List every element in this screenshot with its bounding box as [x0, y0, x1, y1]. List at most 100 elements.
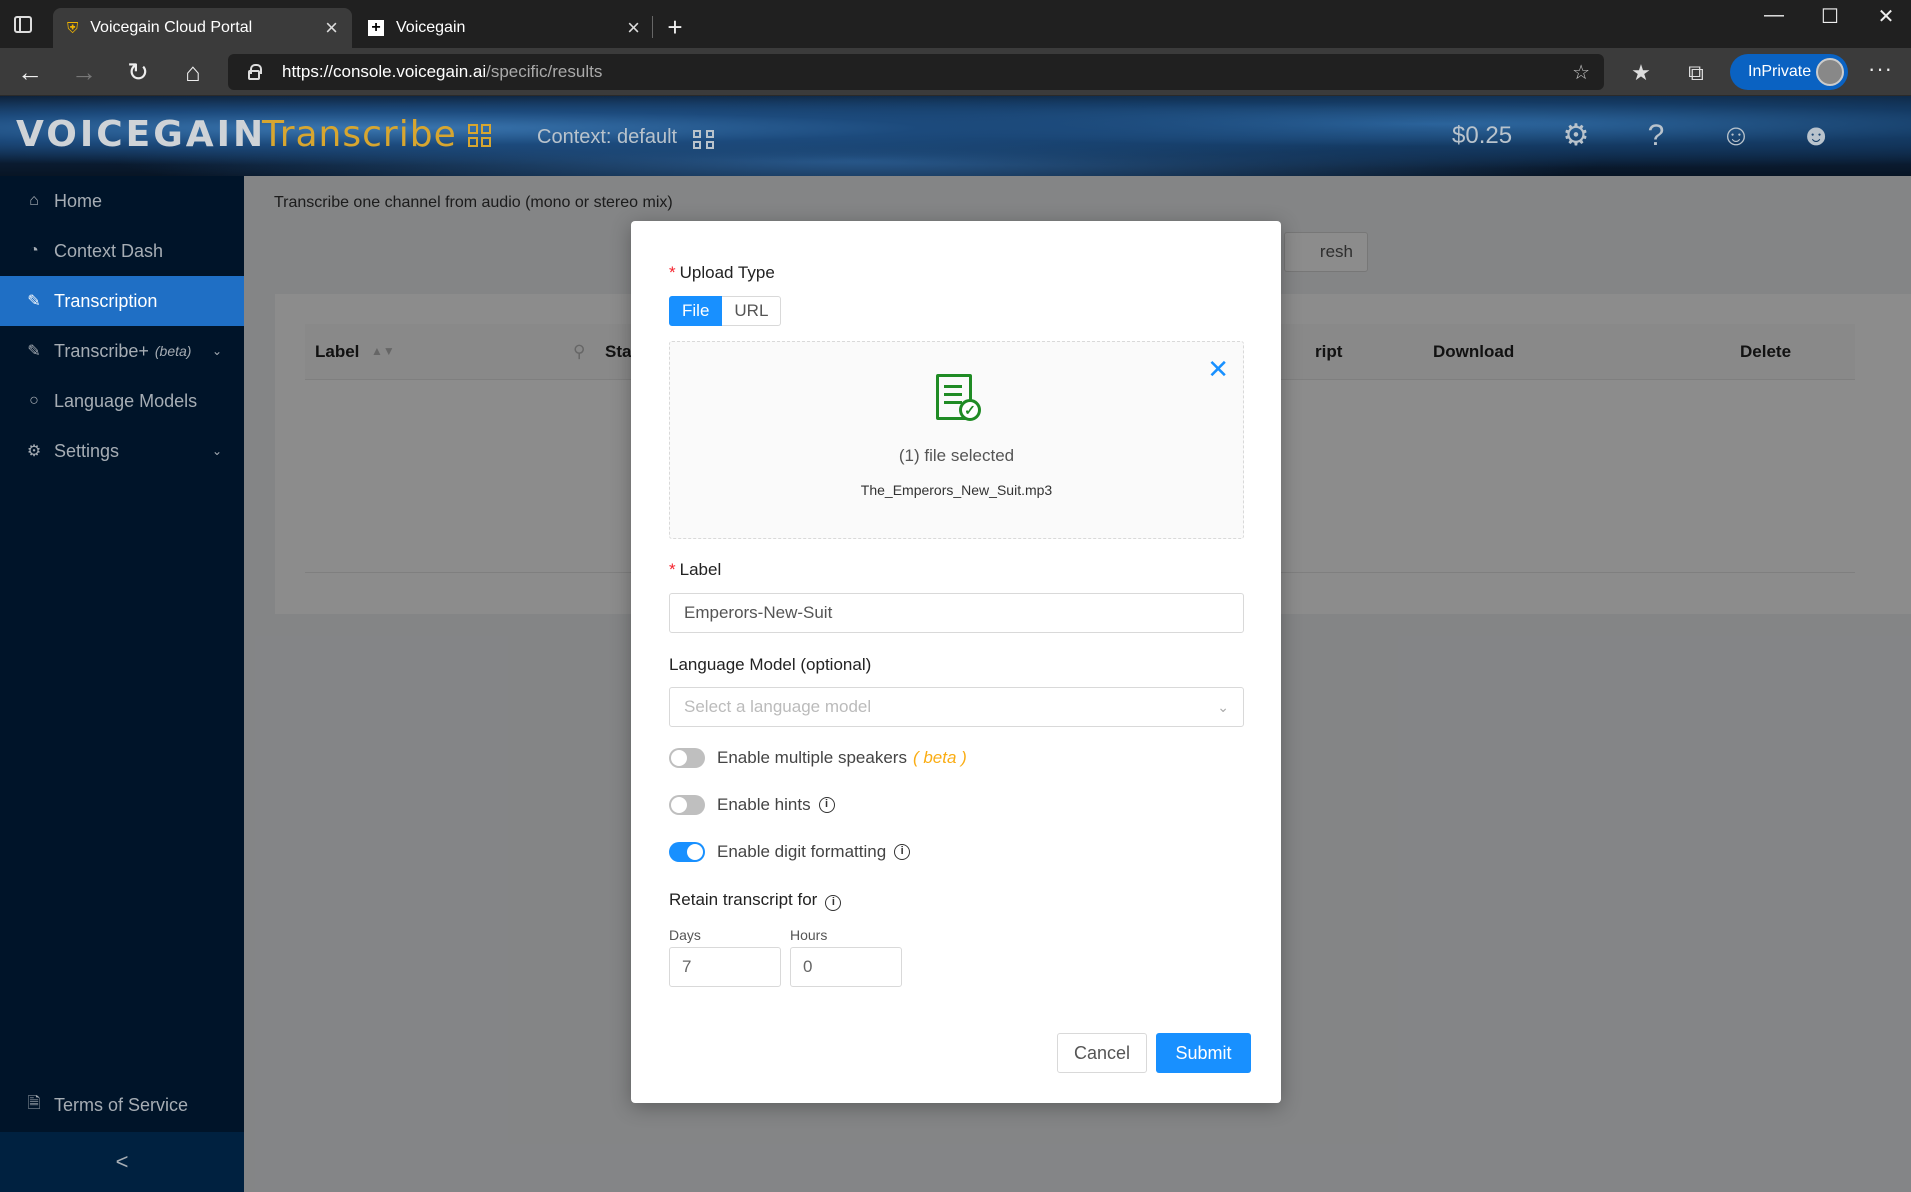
chevron-down-icon: ⌄: [211, 344, 222, 358]
sidebar-item-label: Transcribe+: [54, 340, 149, 361]
context-grid-icon[interactable]: [693, 130, 716, 149]
file-check-icon: ✓: [936, 374, 981, 421]
address-bar: ← → ↻ ⌂ https://console.voicegain.ai/spe…: [0, 48, 1911, 96]
toggle-label: Enable hints: [717, 795, 811, 814]
days-label: Days: [669, 927, 701, 943]
refresh-icon[interactable]: ↻: [120, 56, 156, 88]
info-icon[interactable]: i: [825, 895, 842, 911]
shield-favicon-icon: ⛨: [67, 19, 79, 37]
balance-display: $0.25: [1452, 122, 1513, 149]
voicegain-favicon-icon: +: [368, 20, 384, 36]
collapse-sidebar-button[interactable]: <: [0, 1132, 244, 1192]
hints-switch[interactable]: [669, 795, 705, 815]
sidebar-item-label: Language Models: [54, 390, 198, 411]
sidebar-item-label: Transcription: [54, 290, 158, 311]
info-icon[interactable]: i: [894, 844, 911, 860]
favorites-icon[interactable]: ★: [1627, 60, 1655, 86]
beta-badge: (beta): [154, 343, 192, 359]
label-field-label: * Label: [669, 560, 722, 579]
upload-type-url[interactable]: URL: [722, 296, 782, 326]
file-count-text: (1) file selected: [898, 446, 1015, 465]
url-field[interactable]: https://console.voicegain.ai/specific/re…: [228, 54, 1604, 90]
sidebar-item-context-dash[interactable]: ◔ Context Dash: [0, 226, 244, 276]
home-icon: ⌂: [29, 192, 39, 209]
sidebar-item-terms[interactable]: 🗎 Terms of Service: [0, 1080, 244, 1130]
product-grid-icon[interactable]: [468, 124, 491, 147]
chevron-down-icon: ⌄: [211, 444, 222, 458]
inprivate-button[interactable]: InPrivate: [1730, 54, 1848, 90]
document-icon: 🗎: [27, 1094, 41, 1112]
toggle-digit-formatting: Enable digit formatting i: [669, 842, 911, 862]
sidebar-item-label: Settings: [54, 440, 120, 461]
forward-icon[interactable]: →: [66, 56, 102, 88]
toggle-label: Enable digit formatting: [717, 842, 887, 861]
maximize-icon[interactable]: ☐: [1810, 4, 1850, 29]
gear-icon: ⚙: [26, 443, 42, 460]
upload-type-selector: File URL: [669, 296, 782, 326]
close-icon[interactable]: ✕: [1207, 354, 1229, 385]
label-input[interactable]: Emperors-New-Suit: [669, 593, 1244, 633]
home-icon[interactable]: ⌂: [175, 56, 211, 88]
hours-input[interactable]: 0: [790, 947, 902, 987]
sidebar-item-transcription[interactable]: ✎ Transcription: [0, 276, 244, 326]
toggle-hints: Enable hints i: [669, 795, 835, 815]
app-header: VOICEGAIN Transcribe Context: default $0…: [0, 96, 1911, 176]
toggle-label: Enable multiple speakers: [717, 748, 907, 767]
tab-actions-icon[interactable]: [14, 16, 32, 33]
digit-formatting-switch[interactable]: [669, 842, 705, 862]
chevron-down-icon: ⌄: [1217, 699, 1229, 715]
hours-label: Hours: [790, 927, 828, 943]
brand-logo[interactable]: VOICEGAIN: [16, 114, 266, 155]
edit-icon: ✎: [27, 343, 41, 360]
sidebar: ⌂ Home ◔ Context Dash ✎ Transcription ✎ …: [0, 176, 244, 1192]
close-window-icon[interactable]: ✕: [1866, 4, 1906, 29]
sidebar-item-language-models[interactable]: ○ Language Models: [0, 376, 244, 426]
info-icon[interactable]: i: [818, 797, 835, 813]
help-icon[interactable]: ?: [1636, 116, 1676, 156]
submit-button[interactable]: Submit: [1156, 1033, 1251, 1073]
language-model-select[interactable]: Select a language model ⌄: [669, 687, 1244, 727]
cancel-button[interactable]: Cancel: [1057, 1033, 1147, 1073]
browser-tabbar: ⛨ Voicegain Cloud Portal × + Voicegain ×…: [0, 0, 1911, 48]
multiple-speakers-switch[interactable]: [669, 748, 705, 768]
new-tab-icon[interactable]: +: [660, 12, 690, 43]
sidebar-item-transcribe-plus[interactable]: ✎ Transcribe+ (beta) ⌄: [0, 326, 244, 376]
sidebar-item-settings[interactable]: ⚙ Settings ⌄: [0, 426, 244, 476]
dashboard-icon: ◔: [29, 242, 39, 259]
upload-modal: * Upload Type File URL ✓ ✕ (1) file selec…: [631, 221, 1281, 1103]
tab-title: Voicegain Cloud Portal: [90, 19, 253, 36]
back-icon[interactable]: ←: [12, 56, 48, 88]
edit-icon: ✎: [27, 293, 41, 310]
lock-icon[interactable]: [248, 63, 262, 80]
chat-icon: ○: [29, 392, 39, 409]
url-path: /specific/results: [486, 62, 603, 81]
favorite-add-icon[interactable]: ☆: [1572, 60, 1590, 85]
toggle-multiple-speakers: Enable multiple speakers ( beta ): [669, 748, 967, 768]
retain-transcript-label: Retain transcript for i: [669, 890, 842, 911]
url-host: https://console.voicegain.ai: [282, 62, 487, 81]
tab-voicegain[interactable]: + Voicegain ×: [354, 8, 654, 48]
inprivate-label: InPrivate: [1748, 63, 1812, 80]
close-tab-icon[interactable]: ×: [325, 15, 338, 41]
days-input[interactable]: 7: [669, 947, 781, 987]
context-selector[interactable]: Context: default: [537, 126, 677, 149]
select-placeholder: Select a language model: [684, 697, 872, 716]
beta-tag: ( beta ): [912, 748, 967, 767]
more-icon[interactable]: ···: [1868, 56, 1893, 82]
tab-title: Voicegain: [396, 19, 466, 36]
close-tab-icon[interactable]: ×: [627, 15, 640, 41]
sidebar-item-label: Terms of Service: [54, 1094, 189, 1115]
tab-voicegain-portal[interactable]: ⛨ Voicegain Cloud Portal ×: [53, 8, 352, 48]
team-icon[interactable]: ☺: [1716, 116, 1756, 156]
language-model-label: Language Model (optional): [669, 655, 872, 674]
upload-type-file[interactable]: File: [669, 296, 723, 326]
minimize-icon[interactable]: —: [1754, 4, 1794, 27]
collections-icon[interactable]: ⧉: [1682, 60, 1710, 86]
settings-gear-icon[interactable]: ⚙: [1556, 116, 1596, 156]
file-dropzone[interactable]: ✓ ✕ (1) file selected The_Emperors_New_S…: [669, 341, 1244, 539]
profile-avatar: [1816, 58, 1844, 86]
user-icon[interactable]: ☻: [1796, 116, 1836, 156]
sidebar-item-home[interactable]: ⌂ Home: [0, 176, 244, 226]
upload-type-label: * Upload Type: [669, 263, 775, 282]
product-name: Transcribe: [262, 114, 457, 155]
